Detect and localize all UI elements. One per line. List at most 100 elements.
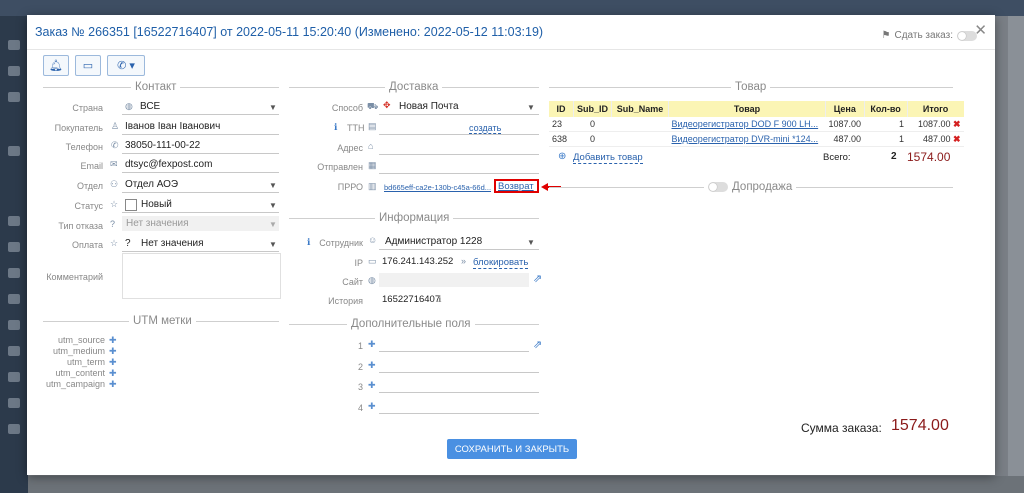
- goods-sum-total: 1574.00: [907, 150, 951, 164]
- external-link-icon[interactable]: ⇗: [533, 272, 542, 285]
- envelope-icon: ✉: [110, 159, 118, 169]
- app-topbar: [0, 0, 1024, 16]
- handover-toggle[interactable]: ⚑ Сдать заказ:: [882, 30, 977, 41]
- prro-return-link[interactable]: Возврат: [498, 181, 534, 192]
- col-sub-name[interactable]: Sub_Name: [611, 101, 670, 117]
- monitor-icon[interactable]: [8, 40, 20, 50]
- col-id[interactable]: ID: [549, 101, 574, 117]
- dept-label: Отдел: [76, 181, 103, 191]
- inbox-icon[interactable]: [8, 216, 20, 226]
- delete-icon[interactable]: ✖: [953, 134, 961, 144]
- info-icon[interactable]: [8, 424, 20, 434]
- upsell-toggle[interactable]: [708, 182, 728, 192]
- ttn-create-link[interactable]: создать: [469, 123, 502, 134]
- employee-select[interactable]: Администратор 1228: [385, 236, 482, 247]
- col-total[interactable]: Итого: [907, 101, 964, 117]
- dept-select[interactable]: Отдел АОЭ: [125, 179, 178, 190]
- product-link[interactable]: Видеорегистратор DVR-mini *124...: [668, 131, 826, 147]
- add-icon[interactable]: ✚: [368, 380, 376, 391]
- col-sub-id[interactable]: Sub_ID: [573, 101, 613, 117]
- history-value: 16522716407: [382, 294, 441, 305]
- home-icon[interactable]: [8, 268, 20, 278]
- calendar-icon: ▦: [368, 160, 377, 170]
- add-icon[interactable]: ✚: [109, 335, 117, 346]
- file-icon[interactable]: [8, 294, 20, 304]
- goods-title: Товар: [731, 81, 771, 93]
- email-input[interactable]: dtsyc@fexpost.com: [125, 159, 212, 170]
- settings-icon[interactable]: [8, 398, 20, 408]
- table-row: 23 0 Видеорегистратор DOD F 900 LH... 10…: [549, 117, 964, 132]
- add-product-link[interactable]: Добавить товар: [573, 152, 643, 164]
- user-circle-icon: ☺: [368, 235, 378, 245]
- star-icon: ☆: [110, 199, 119, 209]
- col-price[interactable]: Цена: [825, 101, 865, 117]
- upsell-title: Допродажа: [732, 181, 793, 193]
- add-icon[interactable]: ✚: [368, 339, 376, 350]
- add-icon[interactable]: ✚: [109, 368, 117, 379]
- globe-icon: ◍: [368, 275, 376, 285]
- question-icon: ?: [110, 219, 116, 229]
- app-footer: [28, 476, 1024, 493]
- box-icon[interactable]: [8, 146, 20, 156]
- order-total-value: 1574.00: [891, 417, 949, 434]
- add-icon[interactable]: ✚: [109, 357, 117, 368]
- add-icon[interactable]: ✚: [368, 401, 376, 412]
- info-icon[interactable]: ℹ: [307, 237, 310, 248]
- delivery-legend: Доставка: [289, 81, 539, 93]
- utm-legend: UTM метки: [43, 315, 279, 327]
- add-icon[interactable]: ✚: [109, 346, 117, 357]
- order-modal: Заказ № 266351 [16522716407] от 2022-05-…: [27, 15, 995, 475]
- buyer-input[interactable]: Іванов Іван Іванович: [125, 121, 220, 132]
- phone-input[interactable]: 38050-111-00-22: [125, 140, 200, 151]
- ip-value: 176.241.143.252: [382, 256, 454, 267]
- chevron-down-icon[interactable]: ▼: [269, 201, 277, 210]
- list-icon[interactable]: [8, 92, 20, 102]
- chevron-down-icon[interactable]: ▼: [527, 103, 535, 112]
- comment-textarea[interactable]: [122, 253, 281, 299]
- person-icon: ♙: [111, 121, 120, 131]
- chevron-down-icon[interactable]: ▼: [527, 238, 535, 247]
- payment-select[interactable]: Нет значения: [141, 238, 204, 249]
- employee-label: Сотрудник: [319, 238, 363, 248]
- utm-row: utm_content ✚: [55, 368, 117, 379]
- handover-label: Сдать заказ:: [894, 30, 953, 41]
- goods-sum-qty: 2: [891, 151, 897, 162]
- extra-field-label: 3: [357, 382, 363, 392]
- delete-icon[interactable]: ✖: [953, 119, 961, 129]
- question-icon: ?: [125, 238, 131, 249]
- country-value[interactable]: ВСЕ: [140, 101, 160, 112]
- col-product[interactable]: Товар: [668, 101, 827, 117]
- megaphone-icon[interactable]: [8, 346, 20, 356]
- truck-icon[interactable]: [8, 242, 20, 252]
- double-chevron-icon: »: [461, 256, 467, 266]
- plus-circle-icon[interactable]: ⊕: [558, 151, 566, 162]
- ip-block-link[interactable]: блокировать: [473, 257, 529, 269]
- window-button[interactable]: ▭: [75, 55, 101, 76]
- add-icon[interactable]: ✚: [109, 379, 117, 390]
- bell-button[interactable]: 🔔︎: [43, 55, 69, 76]
- info-icon[interactable]: ℹ: [438, 294, 441, 305]
- chevron-down-icon[interactable]: ▼: [269, 103, 277, 112]
- add-icon[interactable]: ✚: [368, 360, 376, 371]
- sent-label: Отправлен: [317, 162, 363, 172]
- status-select[interactable]: Новый: [141, 199, 172, 210]
- method-select[interactable]: Новая Почта: [399, 101, 459, 112]
- col-qty[interactable]: Кол-во: [864, 101, 908, 117]
- chart-icon[interactable]: [8, 320, 20, 330]
- globe-icon[interactable]: [8, 372, 20, 382]
- chevron-down-icon[interactable]: ▼: [269, 181, 277, 190]
- product-link[interactable]: Видеорегистратор DOD F 900 LH...: [668, 117, 826, 132]
- phone-dropdown-button[interactable]: ✆ ▾: [107, 55, 145, 76]
- method-label: Способ: [331, 103, 363, 113]
- chevron-down-icon[interactable]: ▼: [269, 240, 277, 249]
- handover-switch[interactable]: [957, 30, 977, 41]
- payment-label: Оплата: [72, 240, 103, 250]
- shop-icon[interactable]: [8, 66, 20, 76]
- info-icon[interactable]: ℹ: [334, 122, 337, 133]
- external-link-icon[interactable]: ⇗: [533, 338, 542, 351]
- prro-check-link[interactable]: bd665eff-ca2e-130b-c45a-66d...: [384, 183, 496, 192]
- phone-label: Телефон: [65, 142, 103, 152]
- truck-icon: ⛟: [367, 101, 379, 111]
- save-close-button[interactable]: СОХРАНИТЬ И ЗАКРЫТЬ: [447, 439, 577, 459]
- utm-row: utm_medium ✚: [52, 346, 117, 357]
